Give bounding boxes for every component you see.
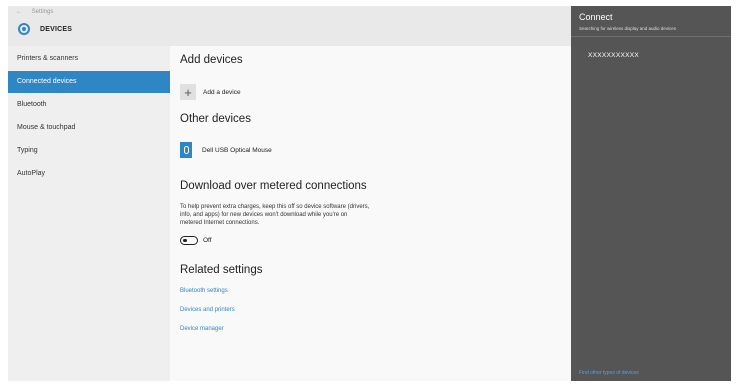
gear-icon xyxy=(18,23,30,35)
back-arrow-icon[interactable]: ← xyxy=(16,9,22,15)
metered-heading: Download over metered connections xyxy=(180,180,367,192)
device-manager-link[interactable]: Device manager xyxy=(180,326,224,332)
connect-title: Connect xyxy=(579,12,613,22)
device-item-mouse[interactable]: Dell USB Optical Mouse xyxy=(180,142,272,158)
back-row[interactable]: ← Settings xyxy=(16,9,53,15)
sidebar-item-typing[interactable]: Typing xyxy=(8,140,170,162)
back-label: Settings xyxy=(31,9,54,15)
page-title: DEVICES xyxy=(40,25,73,33)
related-settings-heading: Related settings xyxy=(180,264,263,276)
metered-description: To help prevent extra charges, keep this… xyxy=(180,204,370,226)
other-devices-heading: Other devices xyxy=(180,113,251,125)
device-name: Dell USB Optical Mouse xyxy=(202,146,272,154)
main-content: Add devices + Add a device Other devices… xyxy=(170,46,571,381)
add-device-button[interactable]: + Add a device xyxy=(180,84,241,100)
metered-toggle[interactable] xyxy=(180,236,198,245)
add-devices-heading: Add devices xyxy=(180,54,243,66)
mouse-icon xyxy=(180,142,192,158)
add-device-label: Add a device xyxy=(203,88,241,96)
sidebar-item-bluetooth[interactable]: Bluetooth xyxy=(8,94,170,116)
metered-toggle-row: Off xyxy=(180,236,212,245)
connect-divider xyxy=(571,36,731,37)
settings-window: ← Settings DEVICES Printers & scanners C… xyxy=(8,6,731,381)
toggle-state-label: Off xyxy=(203,237,212,244)
toggle-knob xyxy=(183,238,187,242)
connect-pane: Connect Searching for wireless display a… xyxy=(571,6,731,381)
devices-printers-link[interactable]: Devices and printers xyxy=(180,307,235,313)
plus-icon[interactable]: + xyxy=(180,84,196,100)
connect-subtitle: Searching for wireless display and audio… xyxy=(579,26,677,31)
find-other-devices-link[interactable]: Find other types of devices xyxy=(579,370,639,376)
bluetooth-settings-link[interactable]: Bluetooth settings xyxy=(180,288,228,294)
sidebar-item-autoplay[interactable]: AutoPlay xyxy=(8,163,170,185)
title-bar: ← Settings DEVICES xyxy=(8,6,571,46)
section-header: DEVICES xyxy=(18,23,72,35)
sidebar-item-mouse-touchpad[interactable]: Mouse & touchpad xyxy=(8,117,170,139)
sidebar-item-connected-devices[interactable]: Connected devices xyxy=(8,71,170,93)
sidebar: Printers & scanners Connected devices Bl… xyxy=(8,46,170,381)
connect-device-item[interactable]: XXXXXXXXXXX xyxy=(588,52,639,59)
sidebar-item-printers-scanners[interactable]: Printers & scanners xyxy=(8,48,170,70)
